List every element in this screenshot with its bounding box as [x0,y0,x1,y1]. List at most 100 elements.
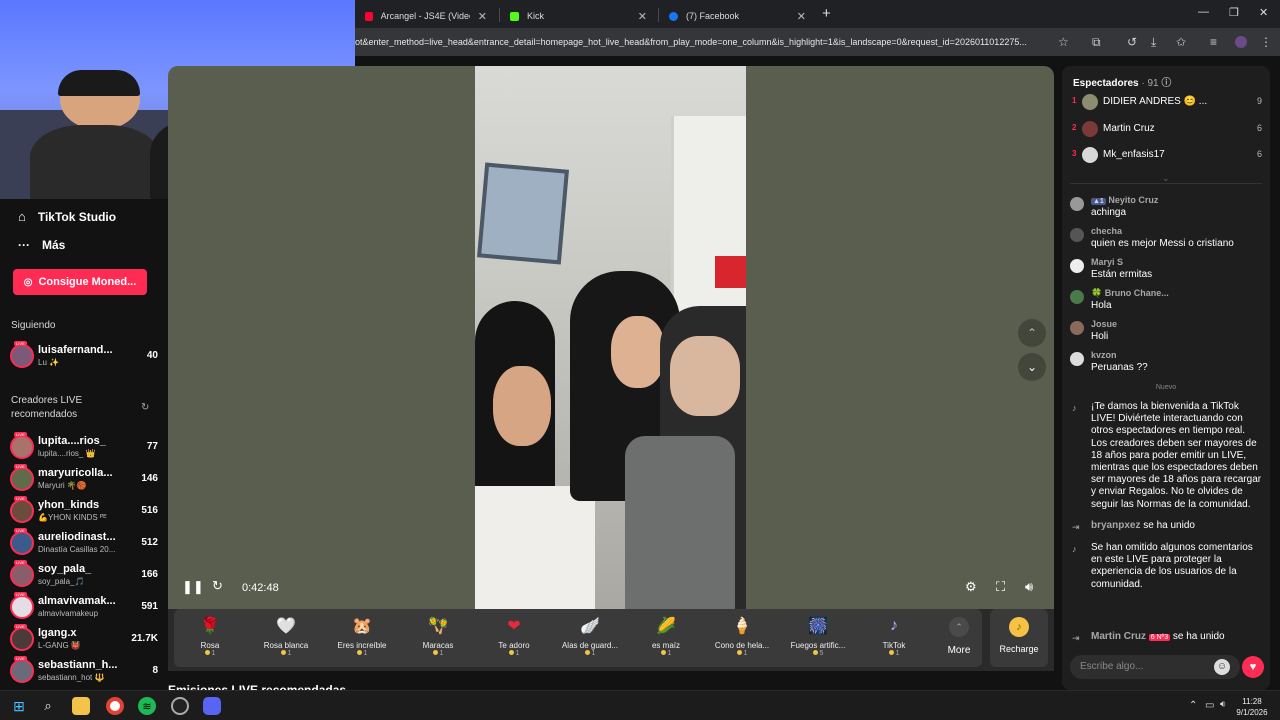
gift-name: TikTok [882,641,906,650]
pause-icon[interactable]: ❚❚ [182,579,204,595]
obs-icon[interactable] [171,697,189,715]
recommended-creator[interactable]: LIVE aureliodinast... Dinastía Casillas … [8,528,158,558]
media-icon[interactable]: ≡ [1210,35,1217,49]
favorites-icon[interactable]: ✩ [1176,35,1186,49]
rank: 2 [1072,123,1077,132]
url-field[interactable]: ot&enter_method=live_head&entrance_detai… [355,37,1050,47]
youtube-icon [365,11,373,21]
live-video-stream[interactable] [475,66,746,609]
download-icon[interactable]: ⤓ [1151,35,1156,50]
menu-icon[interactable]: ⋮ [1260,35,1272,49]
gift-rosa-blanca[interactable]: 🤍 Rosa blanca 1 [250,613,322,657]
join-text: Martin Cruz 6 Nº3 se ha unido [1091,631,1225,644]
avatar [10,467,34,491]
creator-name: aureliodinast... [38,531,116,543]
avatar [10,659,34,683]
tab-title: (7) Facebook [686,11,740,21]
search-icon[interactable]: ⌕ [39,697,57,715]
recommended-creator[interactable]: LIVE soy_pala_ soy_pala_🎵 166 [8,560,158,590]
close-tab-icon[interactable]: ✕ [638,10,647,23]
profile-avatar[interactable] [1235,36,1247,48]
shelf-box [715,256,746,288]
nav-tiktok-studio[interactable]: ⌂ TikTok Studio [18,209,116,224]
top-viewer-row[interactable]: 2 Martin Cruz 6 [1070,119,1262,139]
live-video-player[interactable]: ❚❚ ↻ 0:42:48 ⚙ ⛶ 🔊︎ ⌃ ⌄ [168,66,1054,609]
refresh-icon[interactable]: ↻ [141,402,149,413]
avatar [1082,147,1098,163]
creator-name: almavivamak... [38,595,116,607]
volume-icon[interactable]: 🔊︎ [1025,579,1033,595]
gift-alas[interactable]: 🪽 Alas de guard... 1 [554,613,626,657]
top-viewer-row[interactable]: 1 DIDIER ANDRES 😊 ... 9 [1070,92,1262,112]
next-live-button[interactable]: ⌄ [1018,353,1046,381]
top-viewer-row[interactable]: 3 Mk_enfasis17 6 [1070,145,1262,165]
close-tab-icon[interactable]: ✕ [797,10,806,23]
minimize-icon[interactable]: — [1198,6,1209,18]
settings-gear-icon[interactable]: ⚙ [965,579,977,595]
live-badge: LIVE [14,528,27,533]
system-clock[interactable]: 11:28 9/1/2026 [1232,696,1272,718]
gift-te-adoro[interactable]: ❤ Te adoro 1 [478,613,550,657]
chevron-up-icon: ⌃ [1026,326,1038,340]
recommended-creator[interactable]: LIVE lgang.x L-GANG 👹 21.7K [8,624,158,654]
tab-kick[interactable]: Kick ✕ [500,4,657,28]
creator-name: lgang.x [38,627,77,639]
joined-label: se ha unido [1143,520,1195,531]
facebook-icon [669,11,678,21]
windows-start-icon[interactable]: ⊞ [10,697,28,715]
taskbar: ⊞ ⌕ ≋ ⌃ ▭ 🔉︎ 11:28 9/1/2026 [0,690,1280,720]
restore-icon[interactable]: ❐ [1229,6,1239,19]
recommended-creator[interactable]: LIVE almavivamak... almavivamakeup 591 [8,592,158,622]
tab-title: Arcangel - JS4E (Video Oficial) [380,11,470,21]
bookmark-star-icon[interactable]: ☆ [1058,35,1069,49]
creator-nickname: Maryuri 🌴🏀 [38,481,87,490]
refresh-icon[interactable]: ↻ [212,578,223,594]
rank: 3 [1072,149,1077,158]
following-item[interactable]: LIVE luisafernand... Lu ✨ 40 [8,341,158,371]
discord-icon[interactable] [203,697,221,715]
gift-cono-helado[interactable]: 🍦 Cono de hela... 1 [706,613,778,657]
wings-icon: 🪽 [580,618,600,635]
gift-price: 1 [858,650,930,657]
clock-date: 9/1/2026 [1236,708,1268,717]
viewers-header[interactable]: Espectadores · 91 ⓘ [1073,74,1171,89]
avatar [1070,352,1084,366]
more-gifts-button[interactable]: ⌃ More [944,617,974,656]
gift-name: Rosa blanca [263,641,309,650]
chrome-icon[interactable] [106,697,124,715]
recommended-creator[interactable]: LIVE lupita....rios_ lupita....rios_ 👑 7… [8,432,158,462]
tab-arcangel[interactable]: Arcangel - JS4E (Video Oficial) ✕ [355,4,497,28]
recommended-creator[interactable]: LIVE yhon_kinds 💪YHON KINDS ᴾᴱ 516 [8,496,158,526]
file-explorer-icon[interactable] [72,697,90,715]
get-coins-button[interactable]: ◎ Consigue Moned... [13,269,147,295]
nav-more[interactable]: ··· Más [18,238,65,252]
emoji-icon[interactable]: ☺ [1214,659,1230,675]
like-button[interactable]: ♥ [1242,656,1264,678]
gift-rosa[interactable]: 🌹 Rosa 1 [174,613,246,657]
recommended-creator[interactable]: LIVE maryuricolla... Maryuri 🌴🏀 146 [8,464,158,494]
username: Neyito Cruz [1108,195,1159,205]
gift-maracas[interactable]: 🪇 Maracas 1 [402,613,474,657]
viewer-name: Mk_enfasis17 [1103,149,1165,160]
tray-chevron-icon[interactable]: ⌃ [1189,700,1197,711]
viewer-count: 146 [141,473,158,484]
live-badge: LIVE [14,464,27,469]
new-tab-button[interactable]: + [822,5,831,22]
gift-es-maiz[interactable]: 🌽 es maíz 1 [630,613,702,657]
gift-fuegos[interactable]: 🎆 Fuegos artific... 5 [782,613,854,657]
gift-eres-increible[interactable]: 🐹 Eres increíble 1 [326,613,398,657]
close-tab-icon[interactable]: ✕ [478,10,487,23]
network-icon[interactable]: ▭ [1205,700,1214,711]
previous-live-button[interactable]: ⌃ [1018,319,1046,347]
fullscreen-icon[interactable]: ⛶ [996,579,1005,595]
recommended-creator[interactable]: LIVE sebastiann_h... sebastiann_hot 🔱 8 [8,656,158,686]
tab-facebook[interactable]: (7) Facebook ✕ [659,4,816,28]
close-window-icon[interactable]: ✕ [1259,6,1268,19]
gift-tiktok[interactable]: ♪ TikTok 1 [858,613,930,657]
recharge-button[interactable]: ♪ Recharge [990,609,1048,667]
volume-icon[interactable]: 🔉︎ [1220,699,1226,710]
history-icon[interactable]: ↺ [1127,35,1137,49]
spotify-icon[interactable]: ≋ [138,697,156,715]
extensions-icon[interactable]: ⧉ [1092,35,1101,50]
viewer-count: 591 [141,601,158,612]
